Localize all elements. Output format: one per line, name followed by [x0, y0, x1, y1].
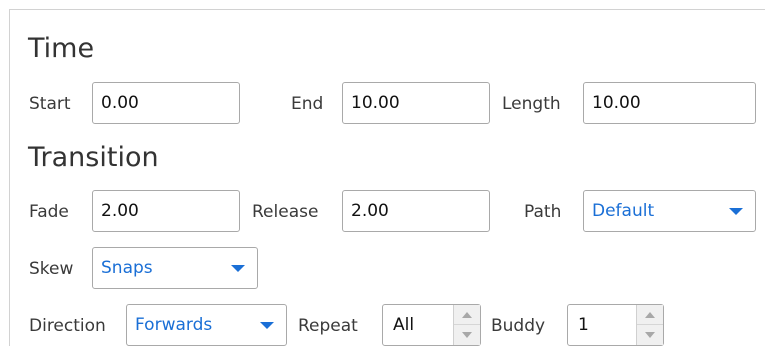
spinner-down-icon[interactable] — [637, 325, 663, 345]
release-label: Release — [252, 202, 319, 222]
properties-panel — [9, 9, 765, 346]
repeat-spinner[interactable]: All — [382, 304, 481, 346]
end-label: End — [291, 94, 324, 114]
direction-label: Direction — [29, 316, 106, 336]
buddy-spinner[interactable]: 1 — [567, 304, 664, 346]
chevron-down-icon — [729, 208, 743, 215]
start-label: Start — [29, 94, 71, 114]
length-field[interactable] — [583, 82, 756, 124]
transition-section-title: Transition — [28, 142, 159, 173]
buddy-spin-buttons — [636, 305, 663, 345]
direction-dropdown-value: Forwards — [135, 315, 213, 335]
fade-label: Fade — [29, 202, 69, 222]
skew-dropdown[interactable]: Snaps — [92, 247, 258, 289]
path-dropdown-value: Default — [592, 201, 655, 221]
repeat-spin-buttons — [453, 305, 480, 345]
chevron-down-icon — [260, 322, 274, 329]
repeat-value: All — [393, 315, 415, 335]
fade-field[interactable] — [92, 190, 240, 232]
buddy-value: 1 — [578, 315, 589, 335]
length-label: Length — [502, 94, 561, 114]
path-dropdown[interactable]: Default — [583, 190, 756, 232]
spinner-down-icon[interactable] — [454, 325, 480, 345]
release-field[interactable] — [342, 190, 490, 232]
time-section-title: Time — [28, 33, 95, 64]
buddy-label: Buddy — [491, 316, 546, 336]
direction-dropdown[interactable]: Forwards — [126, 304, 287, 346]
skew-dropdown-value: Snaps — [101, 258, 153, 278]
skew-label: Skew — [29, 259, 74, 279]
repeat-label: Repeat — [298, 316, 358, 336]
end-field[interactable] — [342, 82, 490, 124]
chevron-down-icon — [231, 265, 245, 272]
path-label: Path — [524, 202, 562, 222]
spinner-up-icon[interactable] — [637, 305, 663, 325]
spinner-up-icon[interactable] — [454, 305, 480, 325]
start-field[interactable] — [92, 82, 240, 124]
